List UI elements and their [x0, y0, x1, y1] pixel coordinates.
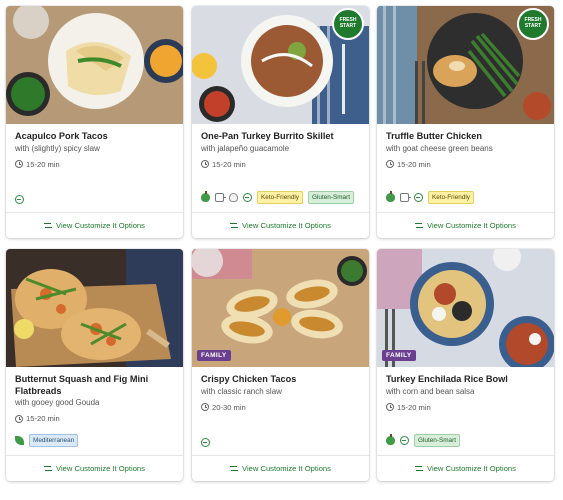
recipe-tags: Gluten-Smart — [386, 434, 461, 447]
recipe-card[interactable]: FAMILY Crispy Chicken Tacos with classic… — [192, 249, 369, 481]
customize-swap-icon — [415, 465, 424, 473]
tag-keto-friendly: Keto-Friendly — [257, 191, 304, 204]
recipe-subtitle: with classic ranch slaw — [201, 386, 282, 396]
recipe-subtitle: with jalapeño guacamole — [201, 143, 290, 153]
garlic-icon — [229, 193, 238, 202]
customize-swap-icon — [415, 222, 424, 230]
customize-label: View Customize It Options — [56, 221, 145, 230]
recipe-photo[interactable]: FAMILY — [192, 249, 369, 367]
clock-icon — [201, 160, 209, 168]
customize-label: View Customize It Options — [427, 464, 516, 473]
recipe-photo[interactable]: FRESH START — [192, 6, 369, 124]
view-customize-options-button[interactable]: View Customize It Options — [377, 455, 554, 481]
customize-swap-icon — [44, 222, 53, 230]
family-badge: FAMILY — [382, 350, 416, 361]
recipe-title[interactable]: Acapulco Pork Tacos — [15, 131, 174, 143]
prep-time-label: 15-20 min — [26, 414, 60, 423]
recipe-title[interactable]: One-Pan Turkey Burrito Skillet — [201, 131, 360, 143]
recipe-title[interactable]: Crispy Chicken Tacos — [201, 374, 360, 386]
recipe-card[interactable]: FRESH START One-Pan Turkey Burrito Skill… — [192, 6, 369, 238]
customize-swap-icon — [400, 436, 409, 445]
prep-time-label: 15-20 min — [397, 402, 431, 412]
clock-icon — [386, 160, 394, 168]
apple-icon — [386, 191, 395, 202]
view-customize-options-button[interactable]: View Customize It Options — [377, 212, 554, 238]
clock-icon — [15, 160, 23, 168]
clock-icon — [15, 414, 23, 423]
recipe-subtitle: with (slightly) spicy slaw — [15, 143, 100, 153]
prep-time: 15-20 min — [386, 403, 545, 412]
view-customize-options-button[interactable]: View Customize It Options — [6, 455, 183, 481]
recipe-title[interactable]: Butternut Squash and Fig Mini Flatbreads — [15, 374, 174, 397]
customize-swap-icon — [201, 438, 210, 447]
view-customize-options-button[interactable]: View Customize It Options — [192, 212, 369, 238]
prep-time: 15-20 min — [15, 414, 174, 423]
tag-mediterranean: Mediterranean — [29, 434, 79, 447]
customize-swap-icon — [243, 193, 252, 202]
prep-time: 15-20 min — [201, 160, 360, 169]
leaf-icon — [15, 436, 24, 445]
fresh-badge-line-2: START — [339, 23, 357, 29]
clock-icon — [201, 403, 209, 411]
apple-icon — [201, 191, 210, 202]
recipe-subtitle: with corn and bean salsa — [386, 386, 475, 396]
recipe-tags: Keto-Friendly — [386, 191, 475, 204]
prep-time: 15-20 min — [386, 160, 545, 169]
recipe-title[interactable]: Truffle Butter Chicken — [386, 131, 545, 143]
tag-gluten-smart: Gluten-Smart — [308, 191, 355, 204]
prep-time: 20-30 min — [201, 403, 360, 412]
recipe-photo[interactable] — [6, 6, 183, 124]
customize-swap-icon — [414, 193, 423, 202]
pan-icon — [400, 193, 411, 202]
prep-time-label: 15-20 min — [212, 159, 246, 169]
recipe-tags: Mediterranean — [15, 434, 79, 447]
customize-swap-icon — [15, 195, 24, 204]
tag-gluten-smart: Gluten-Smart — [414, 434, 461, 447]
recipe-tags — [15, 195, 24, 204]
recipe-card[interactable]: FRESH START Truffle Butter Chicken with … — [377, 6, 554, 238]
customize-swap-icon — [230, 465, 239, 473]
prep-time-label: 15-20 min — [26, 159, 60, 169]
fresh-start-badge: FRESH START — [517, 8, 549, 40]
prep-time-label: 15-20 min — [397, 159, 431, 169]
customize-label: View Customize It Options — [56, 464, 145, 473]
recipe-photo[interactable] — [6, 249, 183, 367]
recipe-tags: Keto-Friendly Gluten-Smart — [201, 191, 355, 204]
clock-icon — [386, 403, 394, 411]
customize-label: View Customize It Options — [427, 221, 516, 230]
customize-label: View Customize It Options — [242, 221, 331, 230]
recipe-photo[interactable]: FAMILY — [377, 249, 554, 367]
recipe-card[interactable]: FAMILY Turkey Enchilada Rice Bowl with c… — [377, 249, 554, 481]
recipe-card[interactable]: Acapulco Pork Tacos with (slightly) spic… — [6, 6, 183, 238]
recipe-title[interactable]: Turkey Enchilada Rice Bowl — [386, 374, 545, 386]
customize-swap-icon — [44, 465, 53, 473]
recipe-photo[interactable]: FRESH START — [377, 6, 554, 124]
tag-keto-friendly: Keto-Friendly — [428, 191, 475, 204]
view-customize-options-button[interactable]: View Customize It Options — [192, 455, 369, 481]
view-customize-options-button[interactable]: View Customize It Options — [6, 212, 183, 238]
customize-swap-icon — [230, 222, 239, 230]
pan-icon — [215, 193, 226, 202]
customize-label: View Customize It Options — [242, 464, 331, 473]
prep-time-label: 20-30 min — [212, 402, 246, 412]
recipe-subtitle: with gooey good Gouda — [15, 398, 100, 407]
recipe-card[interactable]: Butternut Squash and Fig Mini Flatbreads… — [6, 249, 183, 481]
recipe-subtitle: with goat cheese green beans — [386, 143, 493, 153]
family-badge: FAMILY — [197, 350, 231, 361]
recipe-tags — [201, 438, 210, 447]
fresh-badge-line-2: START — [524, 23, 542, 29]
fresh-start-badge: FRESH START — [332, 8, 364, 40]
apple-icon — [386, 434, 395, 445]
prep-time: 15-20 min — [15, 160, 174, 169]
